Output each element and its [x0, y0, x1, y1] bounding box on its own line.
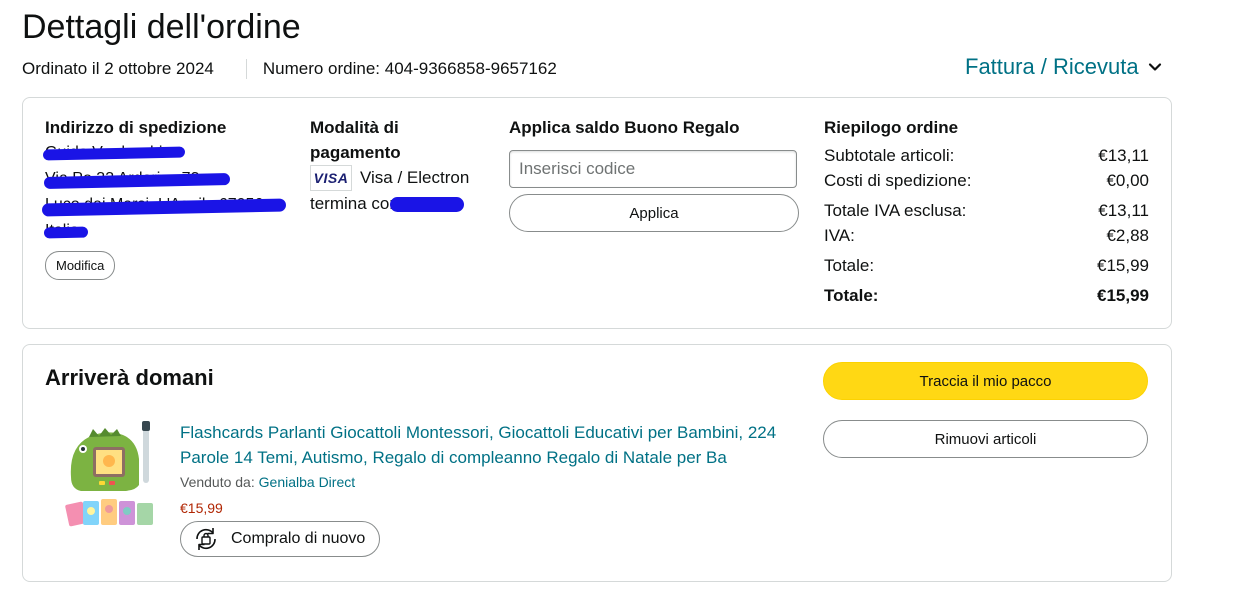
- buy-again-icon: [196, 528, 216, 550]
- chevron-down-icon: [1148, 63, 1161, 71]
- redaction-mark: [43, 173, 231, 189]
- order-meta: Ordinato il 2 ottobre 2024 Numero ordine…: [22, 59, 557, 79]
- address-line-name: Guido Verdecchia: [42, 140, 295, 166]
- remove-items-button[interactable]: Rimuovi articoli: [823, 420, 1148, 458]
- card-type: Visa / Electron: [360, 168, 470, 187]
- gift-code-input[interactable]: [509, 150, 797, 188]
- page-title: Dettagli dell'ordine: [22, 8, 301, 46]
- address-line-country: Italia: [43, 218, 295, 244]
- invoice-dropdown[interactable]: Fattura / Ricevuta: [965, 54, 1163, 80]
- redaction-mark: [43, 226, 89, 239]
- order-summary-title: Riepilogo ordine: [824, 118, 959, 137]
- gift-card-section: Applica saldo Buono Regalo Applica: [509, 115, 801, 232]
- summary-row-vat: IVA: €2,88: [824, 226, 1149, 245]
- apply-gift-button[interactable]: Applica: [509, 194, 799, 232]
- order-date: Ordinato il 2 ottobre 2024: [22, 59, 214, 78]
- redaction-mark: [390, 197, 464, 212]
- card-type-row: VISA Visa / Electron: [310, 165, 495, 191]
- meta-divider: [245, 59, 247, 79]
- seller-info: Venduto da: Genialba Direct: [180, 474, 355, 490]
- visa-logo-icon: VISA: [310, 165, 352, 191]
- product-title-link[interactable]: Flashcards Parlanti Giocattoli Montessor…: [180, 420, 790, 470]
- summary-row-subtotal: Subtotale articoli: €13,11: [824, 146, 1149, 165]
- shipment-card: Arriverà domani Flashcards Parlanti Gioc…: [22, 344, 1172, 582]
- shipping-address-title: Indirizzo di spedizione: [45, 118, 227, 137]
- shipping-address-section: Indirizzo di spedizione Guido Verdecchia…: [41, 115, 295, 280]
- summary-row-grand-total: Totale: €15,99: [824, 286, 1149, 305]
- product-image[interactable]: [63, 419, 157, 533]
- order-summary-section: Riepilogo ordine Subtotale articoli: €13,…: [824, 115, 1149, 308]
- payment-method-section: Modalità di pagamento VISA Visa / Electr…: [310, 115, 495, 217]
- buy-again-label: Compralo di nuovo: [231, 530, 366, 547]
- track-package-button[interactable]: Traccia il mio pacco: [823, 362, 1148, 400]
- address-line-street: Via Po 33 Arderico 73: [43, 166, 295, 192]
- order-number: Numero ordine: 404-9366858-9657162: [262, 59, 557, 78]
- card-ending-label: termina con: [310, 194, 399, 213]
- invoice-link-label: Fattura / Ricevuta: [965, 54, 1139, 79]
- delivery-status: Arriverà domani: [45, 365, 214, 390]
- address-line-city: Luco dei Marsi, L'Aquila 67056: [41, 192, 295, 218]
- order-info-card: Indirizzo di spedizione Guido Verdecchia…: [22, 97, 1172, 329]
- edit-address-button[interactable]: Modifica: [45, 251, 116, 280]
- card-ending-row: termina con 1234: [310, 191, 495, 217]
- product-price: €15,99: [180, 500, 223, 516]
- payment-title-line1: Modalità di: [310, 118, 399, 137]
- summary-row-net-total: Totale IVA esclusa: €13,11: [824, 201, 1149, 220]
- summary-row-shipping: Costi di spedizione: €0,00: [824, 171, 1149, 190]
- payment-title-line2: pagamento: [310, 143, 401, 162]
- summary-row-total: Totale: €15,99: [824, 256, 1149, 275]
- buy-again-button[interactable]: Compralo di nuovo: [180, 521, 381, 557]
- gift-card-title: Applica saldo Buono Regalo: [509, 118, 740, 137]
- seller-link[interactable]: Genialba Direct: [259, 474, 356, 490]
- sold-by-label: Venduto da:: [180, 474, 255, 490]
